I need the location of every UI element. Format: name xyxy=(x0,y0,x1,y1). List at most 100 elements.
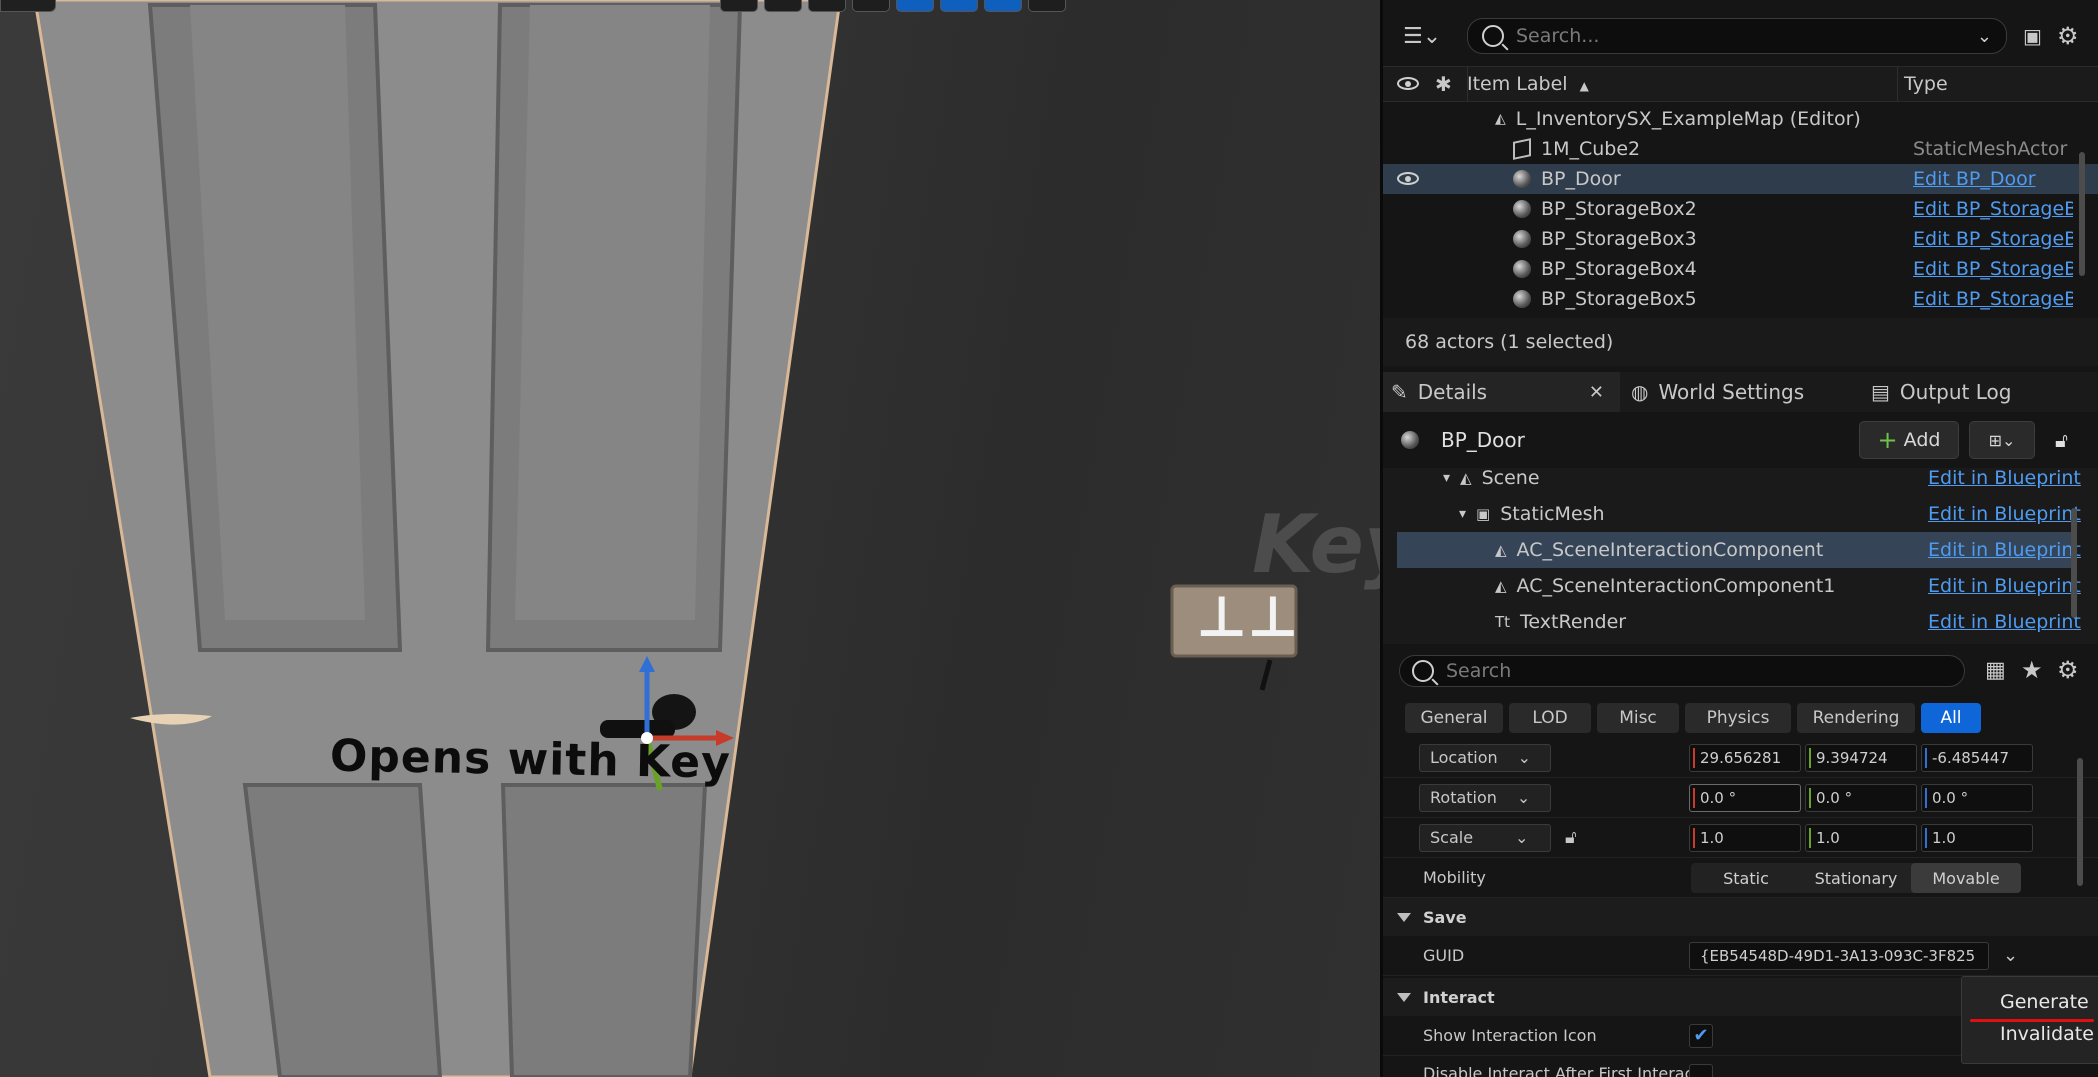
location-dropdown[interactable]: Location ⌄ xyxy=(1419,743,1551,772)
scale-x-field[interactable]: 1.0 xyxy=(1689,823,1801,852)
edit-in-blueprint-link[interactable]: Edit in Blueprint xyxy=(1928,539,2081,561)
table-view-icon[interactable]: ▦ xyxy=(1985,658,2006,683)
filter-physics-button[interactable]: Physics xyxy=(1685,703,1791,733)
add-component-button[interactable]: + Add xyxy=(1859,421,1959,459)
edit-in-blueprint-link[interactable]: Edit in Blueprint xyxy=(1928,611,2081,633)
rotation-z-field[interactable]: 0.0 ° xyxy=(1921,783,2033,812)
edit-blueprint-link[interactable]: Edit BP_StorageBox4 xyxy=(1913,258,2073,280)
component-row[interactable]: Tt TextRender Edit in Blueprint xyxy=(1397,604,2081,640)
visibility-eye-icon[interactable] xyxy=(1397,172,1419,185)
blueprint-icon xyxy=(1401,431,1419,449)
viewport-options-button[interactable] xyxy=(0,0,56,12)
expand-arrow-icon[interactable]: ▾ xyxy=(1443,470,1450,486)
collapse-arrow-icon xyxy=(1397,992,1411,1002)
outliner-row[interactable]: BP_StorageBox2 Edit BP_StorageBox2 xyxy=(1383,194,2098,224)
show-interaction-icon-checkbox[interactable]: ✔ xyxy=(1689,1023,1713,1048)
rotation-snap-button[interactable] xyxy=(940,0,978,12)
filter-rendering-button[interactable]: Rendering xyxy=(1797,703,1915,733)
filter-general-button[interactable]: General xyxy=(1405,703,1503,733)
outliner-row[interactable]: BP_StorageBox4 Edit BP_StorageBox4 xyxy=(1383,254,2098,284)
column-divider xyxy=(1897,66,1898,102)
mobility-movable-option[interactable]: Movable xyxy=(1911,863,2021,893)
component-row[interactable]: ▾ ▣ StaticMesh Edit in Blueprint xyxy=(1397,496,2081,532)
edit-blueprint-link[interactable]: Edit BP_Door xyxy=(1913,168,2073,190)
mobility-stationary-option[interactable]: Stationary xyxy=(1801,863,1911,893)
outliner-row[interactable]: 1M_Cube2 StaticMeshActor xyxy=(1383,134,2098,164)
edit-blueprint-link[interactable]: Edit BP_StorageBox2 xyxy=(1913,198,2073,220)
close-icon[interactable]: ✕ xyxy=(1589,382,1604,403)
filter-misc-button[interactable]: Misc xyxy=(1597,703,1679,733)
scale-mode-button[interactable] xyxy=(852,0,890,12)
generate-menu-item[interactable]: Generate xyxy=(2000,991,2089,1013)
outliner-search-input[interactable]: Search... xyxy=(1516,25,1599,47)
rotation-dropdown[interactable]: Rotation ⌄ xyxy=(1419,783,1551,812)
outliner-scrollbar[interactable] xyxy=(2079,152,2085,276)
gear-icon[interactable]: ⚙ xyxy=(2057,22,2079,50)
outliner-search[interactable]: Search... ⌄ xyxy=(1467,18,2007,54)
lock-icon[interactable]: 🔓︎ xyxy=(2055,428,2068,452)
edit-in-blueprint-link[interactable]: Edit in Blueprint xyxy=(1928,503,2081,525)
key-sign-glyph: ⊥⊥ xyxy=(1196,585,1298,650)
level-viewport[interactable]: ⊥⊥ Opens with Key Key xyxy=(0,0,1380,1077)
expand-arrow-icon[interactable]: ▾ xyxy=(1459,506,1466,522)
component-label: Scene xyxy=(1481,467,1540,489)
outliner-row[interactable]: BP_StorageBox5 Edit BP_StorageBox5 xyxy=(1383,284,2098,314)
filter-all-button[interactable]: All xyxy=(1921,703,1981,733)
type-column-header[interactable]: Type xyxy=(1904,73,1948,95)
rotation-x-field[interactable]: 0.0 ° xyxy=(1689,783,1801,812)
blueprint-options-button[interactable]: ⊞⌄ xyxy=(1969,421,2035,459)
save-section-header[interactable]: Save xyxy=(1383,898,2098,936)
rotation-label: Rotation xyxy=(1430,788,1497,807)
edit-in-blueprint-link[interactable]: Edit in Blueprint xyxy=(1928,467,2081,489)
select-mode-button[interactable] xyxy=(720,0,758,12)
component-row[interactable]: ◭ AC_SceneInteractionComponent Edit in Blu… xyxy=(1397,532,2081,568)
static-mesh-icon: ▣ xyxy=(1476,505,1491,523)
outliner-root-row[interactable]: ◭ L_InventorySX_ExampleMap (Editor) xyxy=(1383,104,2098,134)
camera-speed-button[interactable] xyxy=(1028,0,1066,12)
component-row[interactable]: ▾ ◭ Scene Edit in Blueprint xyxy=(1397,460,2081,496)
location-x-field[interactable]: 29.656281 xyxy=(1689,743,1801,772)
gear-icon[interactable]: ⚙ xyxy=(2057,656,2079,684)
component-row[interactable]: ◭ AC_SceneInteractionComponent1 Edit in Bl… xyxy=(1397,568,2081,604)
grid-snap-button[interactable] xyxy=(896,0,934,12)
location-z-field[interactable]: -6.485447 xyxy=(1921,743,2033,772)
properties-scrollbar[interactable] xyxy=(2077,758,2083,886)
scale-dropdown[interactable]: Scale ⌄ xyxy=(1419,823,1551,852)
filter-icon[interactable]: ☰⌄ xyxy=(1403,24,1441,49)
guid-field[interactable]: {EB54548D-49D1-3A13-093C-3F825 xyxy=(1689,941,1989,970)
scale-y-field[interactable]: 1.0 xyxy=(1805,823,1917,852)
edit-blueprint-link[interactable]: Edit BP_StorageBox5 xyxy=(1913,288,2073,310)
details-search[interactable]: Search xyxy=(1399,655,1965,687)
visibility-column-icon[interactable] xyxy=(1397,77,1419,90)
components-scrollbar[interactable] xyxy=(2071,508,2077,618)
chevron-down-icon[interactable]: ⌄ xyxy=(2003,945,2018,966)
add-folder-icon[interactable]: ▣ xyxy=(2023,24,2042,48)
item-label-column[interactable]: Item Label ▲ xyxy=(1467,73,1589,95)
mobility-static-option[interactable]: Static xyxy=(1691,863,1801,893)
tab-output-log[interactable]: ▤ Output Log xyxy=(1863,372,2083,412)
translate-mode-button[interactable] xyxy=(764,0,802,12)
edit-blueprint-link[interactable]: Edit BP_StorageBox3 xyxy=(1913,228,2073,250)
filter-lod-button[interactable]: LOD xyxy=(1509,703,1591,733)
scale-lock-icon[interactable]: 🔓︎ xyxy=(1565,827,1577,848)
scale-z-field[interactable]: 1.0 xyxy=(1921,823,2033,852)
tab-world-settings[interactable]: ◍ World Settings xyxy=(1623,372,1843,412)
details-search-input[interactable]: Search xyxy=(1446,660,1511,682)
chevron-down-icon[interactable]: ⌄ xyxy=(1977,26,1992,47)
star-icon[interactable]: ★ xyxy=(2021,656,2043,684)
invalidate-menu-item[interactable]: Invalidate xyxy=(2000,1023,2094,1045)
rotate-mode-button[interactable] xyxy=(808,0,846,12)
scene-component-icon: ◭ xyxy=(1460,469,1472,487)
outliner-row[interactable]: BP_StorageBox3 Edit BP_StorageBox3 xyxy=(1383,224,2098,254)
rotation-y-field[interactable]: 0.0 ° xyxy=(1805,783,1917,812)
tab-details[interactable]: ✎ Details ✕ xyxy=(1383,372,1620,412)
outliner-row[interactable]: BP_Door Edit BP_Door xyxy=(1383,164,2098,194)
scale-snap-button[interactable] xyxy=(984,0,1022,12)
edit-in-blueprint-link[interactable]: Edit in Blueprint xyxy=(1928,575,2081,597)
static-mesh-icon xyxy=(1513,138,1531,160)
location-y-field[interactable]: 9.394724 xyxy=(1805,743,1917,772)
disable-interact-checkbox[interactable] xyxy=(1689,1064,1713,1077)
pin-column-icon[interactable]: ✱ xyxy=(1435,72,1452,96)
door-text-render: Opens with Key xyxy=(329,730,732,789)
editor-side-panel: ☰⌄ Search... ⌄ ▣ ⚙ ✱ Item Label ▲ Type ◭… xyxy=(1380,0,2098,1077)
